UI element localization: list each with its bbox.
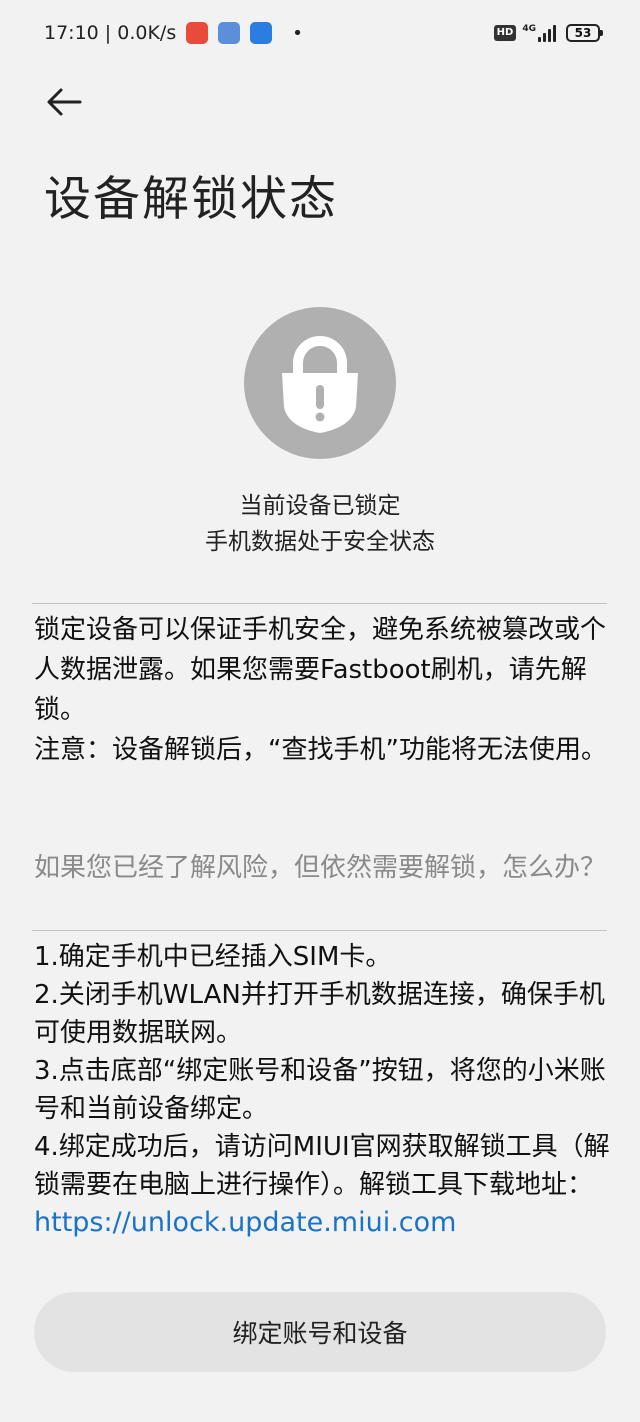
lock-status-text: 当前设备已锁定 手机数据处于安全状态 — [0, 488, 640, 560]
arrow-left-icon — [47, 88, 82, 116]
description-paragraph-2: 注意：设备解锁后，“查找手机”功能将无法使用。 — [34, 735, 607, 765]
battery-level: 53 — [574, 26, 592, 40]
bind-account-device-button[interactable]: 绑定账号和设备 — [34, 1292, 606, 1372]
faq-question: 如果您已经了解风险，但依然需要解锁，怎么办？ — [34, 853, 607, 883]
hd-badge: HD — [493, 25, 517, 41]
step-2: 2.关闭手机WLAN并打开手机数据连接，确保手机可使用数据联网。 — [34, 980, 605, 1048]
status-left: 17:10 | 0.0K/s • — [44, 22, 303, 44]
divider-top — [32, 603, 607, 604]
network-type: 4G — [522, 24, 536, 34]
step-4: 4.绑定成功后，请访问MIUI官网获取解锁工具（解锁需要在电脑上进行操作）。解锁… — [34, 1132, 610, 1200]
status-bar: 17:10 | 0.0K/s • HD 4G 53 — [0, 0, 640, 70]
description-paragraph-1: 锁定设备可以保证手机安全，避免系统被篡改或个人数据泄露。如果您需要Fastboo… — [34, 615, 607, 725]
back-button[interactable] — [44, 80, 94, 124]
status-time-speed: 17:10 | 0.0K/s — [44, 22, 177, 44]
more-notifications-dot: • — [292, 22, 303, 44]
lock-status-circle — [244, 307, 396, 459]
app-notification-icon-3 — [250, 22, 273, 44]
signal-icon — [538, 24, 556, 42]
status-right: HD 4G 53 — [493, 24, 603, 42]
page-title: 设备解锁状态 — [44, 172, 338, 227]
lock-status-line2: 手机数据处于安全状态 — [205, 529, 435, 555]
step-1: 1.确定手机中已经插入SIM卡。 — [34, 942, 392, 972]
app-notification-icon — [186, 22, 209, 44]
lock-warning-icon — [282, 336, 358, 433]
download-link[interactable]: https://unlock.update.miui.com — [34, 1207, 456, 1238]
divider-bottom — [32, 930, 607, 931]
app-notification-icon-2 — [218, 22, 241, 44]
unlock-steps: 1.确定手机中已经插入SIM卡。 2.关闭手机WLAN并打开手机数据连接，确保手… — [34, 938, 612, 1242]
signal-group: 4G — [522, 24, 556, 42]
lock-status-line1: 当前设备已锁定 — [239, 493, 401, 519]
step-3: 3.点击底部“绑定账号和设备”按钮，将您的小米账号和当前设备绑定。 — [34, 1056, 606, 1124]
battery-icon: 53 — [566, 24, 603, 42]
